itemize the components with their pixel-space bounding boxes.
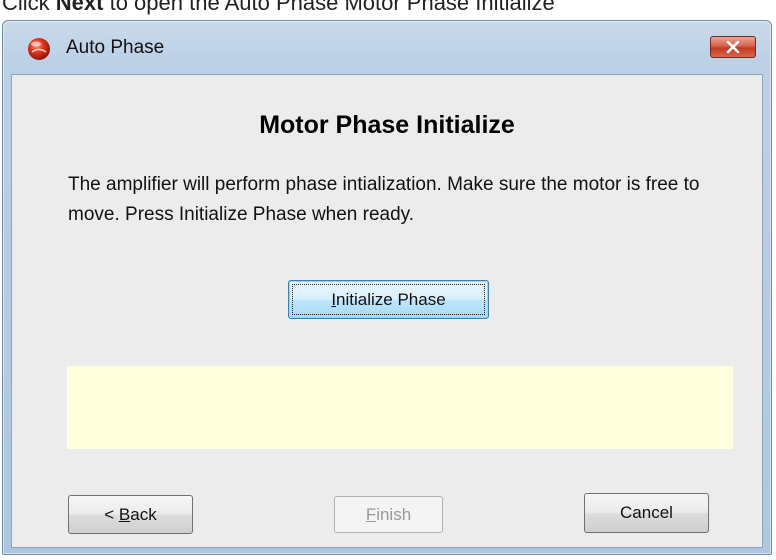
caption-prefix: Click	[2, 0, 56, 15]
back-button[interactable]: < Back	[68, 495, 193, 534]
caption-suffix: to open the Auto Phase Motor Phase Initi…	[103, 0, 555, 15]
window-title: Auto Phase	[66, 37, 165, 58]
finish-button-label: Finish	[365, 504, 412, 524]
cancel-button[interactable]: Cancel	[584, 493, 709, 533]
caption-bold-next: Next	[55, 0, 104, 15]
auto-phase-dialog: Auto Phase Motor Phase Initialize The am…	[2, 20, 772, 555]
cancel-button-label: Cancel	[620, 503, 673, 522]
close-button[interactable]	[710, 36, 756, 58]
close-icon	[726, 41, 740, 53]
status-message-area	[67, 366, 733, 449]
focus-rectangle	[292, 284, 485, 315]
red-app-icon	[27, 37, 51, 61]
page-title: Motor Phase Initialize	[259, 111, 515, 139]
dialog-client-area: Motor Phase Initialize The amplifier wil…	[11, 74, 763, 548]
back-button-label: < Back	[104, 504, 157, 524]
finish-button[interactable]: Finish	[334, 496, 443, 533]
title-bar[interactable]: Auto Phase	[3, 21, 771, 73]
instruction-caption: Click Next to open the Auto Phase Motor …	[0, 0, 776, 18]
instruction-message: The amplifier will perform phase intiali…	[68, 174, 700, 225]
initialize-phase-button[interactable]: Initialize Phase	[288, 280, 489, 319]
